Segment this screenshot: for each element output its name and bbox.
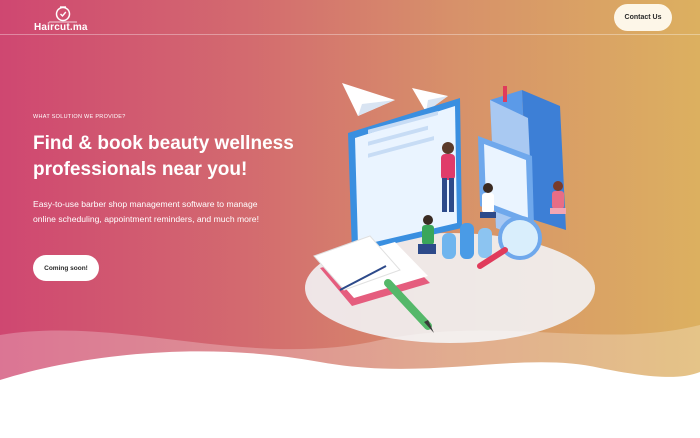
coming-soon-button[interactable]: Coming soon! — [33, 255, 99, 281]
standing-person-leg-left — [442, 178, 447, 212]
cylinder-person-head — [423, 215, 433, 225]
headline-line-2: professionals near you! — [33, 159, 248, 180]
top-navigation: Haircut.ma Contact Us — [0, 0, 700, 35]
logo[interactable]: Haircut.ma — [34, 5, 94, 33]
girl-legs — [550, 208, 566, 214]
sitting-person-legs — [480, 212, 496, 218]
cylinder-person-body — [422, 225, 434, 245]
cylinder-2 — [460, 223, 474, 259]
girl-body — [552, 191, 564, 209]
hero-illustration — [305, 83, 595, 343]
description-line-1: Easy-to-use barber shop management softw… — [33, 199, 258, 209]
page-title: Find & book beauty wellness professional… — [33, 131, 323, 183]
sitting-person-body — [482, 193, 494, 213]
hero-description: Easy-to-use barber shop management softw… — [33, 197, 303, 227]
headline-line-1: Find & book beauty wellness — [33, 133, 294, 154]
sitting-person-head — [483, 183, 493, 193]
bottom-wave — [0, 325, 700, 438]
contact-us-button[interactable]: Contact Us — [614, 4, 672, 31]
cylinder-1 — [442, 233, 456, 259]
standing-person-leg-right — [449, 178, 454, 212]
section-eyebrow: WHAT SOLUTION WE PROVIDE? — [33, 114, 126, 120]
cylinder-3 — [478, 228, 492, 258]
standing-person-head — [442, 142, 454, 154]
logo-text: Haircut.ma — [34, 22, 88, 33]
cylinder-person-legs — [418, 244, 436, 254]
bookmark — [503, 86, 507, 102]
description-line-2: online scheduling, appointment reminders… — [33, 214, 259, 224]
girl-head — [553, 181, 563, 191]
hero-section: Haircut.ma Contact Us WHAT SOLUTION WE P… — [0, 0, 700, 438]
standing-person-body — [441, 154, 455, 180]
